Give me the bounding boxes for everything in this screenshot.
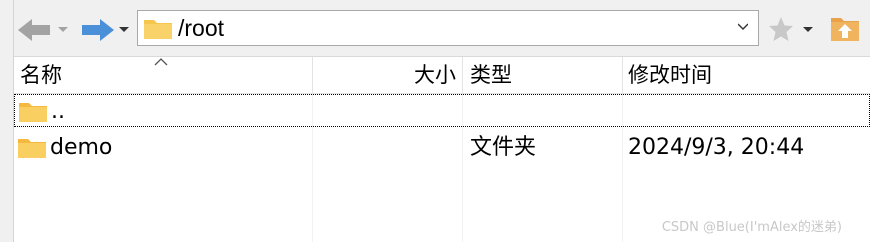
path-text: /root xyxy=(178,15,225,41)
column-header: 名称 大小 类型 修改时间 xyxy=(14,56,870,94)
column-divider[interactable] xyxy=(462,57,463,93)
list-item[interactable]: demo 文件夹 2024/9/3, 20:44 xyxy=(14,131,870,164)
back-button[interactable] xyxy=(18,16,68,44)
list-item[interactable]: .. xyxy=(14,94,870,127)
file-type: 文件夹 xyxy=(470,135,537,160)
column-modified[interactable]: 修改时间 xyxy=(628,57,712,93)
forward-button[interactable] xyxy=(80,16,132,44)
back-arrow-icon xyxy=(18,19,50,41)
forward-dropdown-icon[interactable] xyxy=(119,27,129,32)
file-size xyxy=(315,95,455,128)
file-modified: 2024/9/3, 20:44 xyxy=(628,135,805,160)
file-size xyxy=(314,131,454,164)
left-pane-edge xyxy=(0,0,14,242)
column-size[interactable]: 大小 xyxy=(312,57,456,93)
folder-up-icon xyxy=(831,18,859,41)
chevron-down-icon[interactable] xyxy=(738,22,748,32)
favorite-dropdown-icon[interactable] xyxy=(803,27,813,32)
column-type[interactable]: 类型 xyxy=(470,57,512,93)
forward-arrow-icon xyxy=(82,19,114,41)
watermark: CSDN @Blue(I'mAlex的迷弟) xyxy=(661,220,842,235)
toolbar: /root xyxy=(0,0,870,56)
column-name[interactable]: 名称 xyxy=(20,57,62,93)
star-icon xyxy=(769,17,793,41)
folder-icon xyxy=(19,103,47,122)
path-input[interactable]: /root xyxy=(137,10,759,46)
favorite-button[interactable] xyxy=(768,16,818,44)
column-divider[interactable] xyxy=(622,57,623,93)
folder-icon xyxy=(18,139,46,158)
parent-directory-button[interactable] xyxy=(830,14,862,46)
sort-ascending-icon xyxy=(154,58,168,66)
file-name: .. xyxy=(51,99,65,124)
back-dropdown-icon[interactable] xyxy=(58,27,68,32)
folder-icon xyxy=(144,20,172,39)
file-name: demo xyxy=(50,135,113,160)
